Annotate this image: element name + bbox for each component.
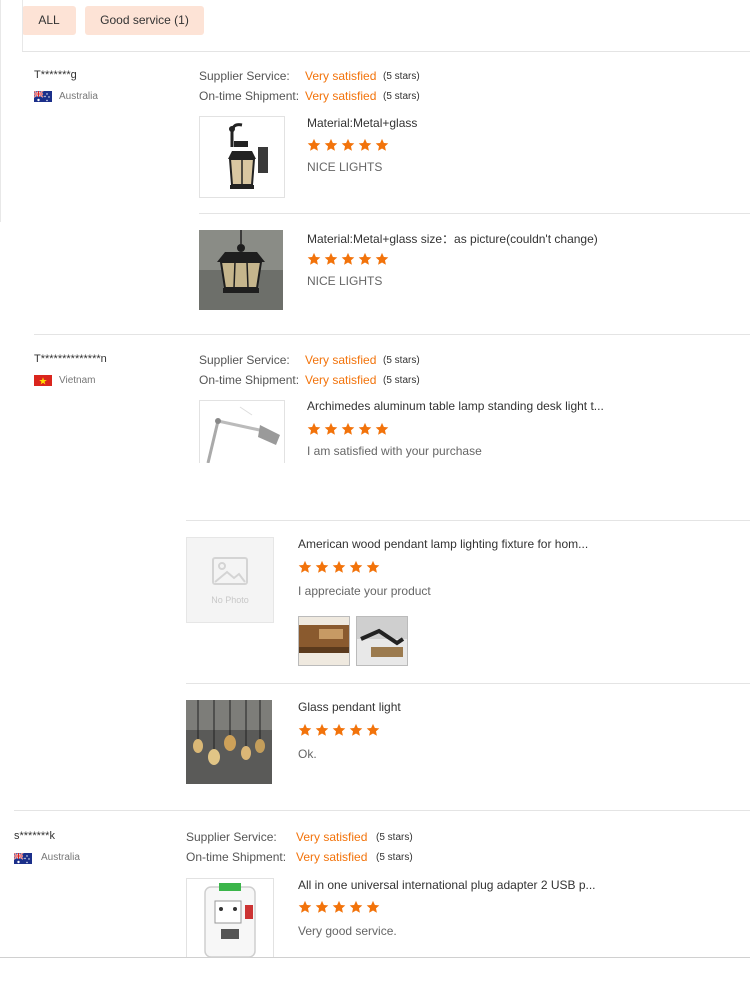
star-icon xyxy=(341,422,355,435)
star-icon xyxy=(298,560,312,573)
divider xyxy=(34,334,750,335)
star-icon xyxy=(366,900,380,913)
review-photo[interactable] xyxy=(298,616,350,666)
star-icon xyxy=(375,138,389,151)
divider xyxy=(186,520,750,521)
product-title[interactable]: Glass pendant light xyxy=(298,700,401,714)
star-icon xyxy=(366,723,380,736)
product-thumbnail[interactable] xyxy=(186,878,274,957)
star-icon xyxy=(332,900,346,913)
shipment-stars: (5 stars) xyxy=(376,852,413,863)
no-photo-label: No Photo xyxy=(211,595,249,605)
product-title[interactable]: Archimedes aluminum table lamp standing … xyxy=(307,399,604,413)
review-comment: Ok. xyxy=(298,747,317,761)
divider xyxy=(14,810,750,811)
product-title[interactable]: Material:Metal+glass size：as picture(cou… xyxy=(307,230,598,247)
product-rating-stars xyxy=(298,900,380,914)
product-rating-stars xyxy=(307,252,389,266)
reviewer-country: Australia xyxy=(59,91,98,102)
supplier-service-stars: (5 stars) xyxy=(376,832,413,843)
star-icon xyxy=(349,723,363,736)
review-comment: NICE LIGHTS xyxy=(307,274,383,288)
supplier-service-rating: Very satisfied xyxy=(296,830,368,844)
supplier-service-rating: Very satisfied xyxy=(305,69,377,83)
star-icon xyxy=(358,422,372,435)
image-placeholder-icon xyxy=(212,557,248,585)
reviewer-name: T**************n xyxy=(34,353,107,365)
star-icon xyxy=(298,723,312,736)
star-icon xyxy=(324,252,338,265)
supplier-service-rating: Very satisfied xyxy=(305,353,377,367)
product-thumbnail[interactable] xyxy=(199,116,285,198)
product-thumbnail[interactable] xyxy=(199,230,283,310)
product-title[interactable]: American wood pendant lamp lighting fixt… xyxy=(298,537,588,551)
shipment-stars: (5 stars) xyxy=(383,375,420,386)
star-icon xyxy=(332,723,346,736)
divider xyxy=(22,51,750,52)
shipment-stars: (5 stars) xyxy=(383,91,420,102)
star-icon xyxy=(375,422,389,435)
review-photo[interactable] xyxy=(356,616,408,666)
reviewer-country: Vietnam xyxy=(59,375,96,386)
star-icon xyxy=(358,138,372,151)
australia-flag-icon xyxy=(34,90,52,102)
star-icon xyxy=(349,560,363,573)
reviewer-country: Australia xyxy=(41,852,80,863)
star-icon xyxy=(358,252,372,265)
filter-good-service-button[interactable]: Good service (1) xyxy=(85,6,204,35)
star-icon xyxy=(315,900,329,913)
filter-left-border xyxy=(22,0,23,51)
divider xyxy=(199,213,750,214)
star-icon xyxy=(307,252,321,265)
australia-flag-icon xyxy=(14,852,32,864)
product-rating-stars xyxy=(298,560,380,574)
filter-all-button[interactable]: ALL xyxy=(22,6,76,35)
supplier-service-label: Supplier Service: xyxy=(199,69,290,83)
star-icon xyxy=(324,422,338,435)
supplier-service-label: Supplier Service: xyxy=(186,830,277,844)
product-thumbnail[interactable] xyxy=(186,700,272,784)
shipment-label: On-time Shipment: xyxy=(186,850,287,864)
product-title[interactable]: Material:Metal+glass xyxy=(307,116,417,130)
star-icon xyxy=(349,900,363,913)
shipment-label: On-time Shipment: xyxy=(199,373,300,387)
star-icon xyxy=(366,560,380,573)
vietnam-flag-icon xyxy=(34,374,52,386)
shipment-rating: Very satisfied xyxy=(305,89,377,103)
supplier-service-stars: (5 stars) xyxy=(383,355,420,366)
star-icon xyxy=(341,252,355,265)
review-comment: I appreciate your product xyxy=(298,584,431,598)
star-icon xyxy=(341,138,355,151)
reviewer-name: T*******g xyxy=(34,69,77,81)
star-icon xyxy=(315,560,329,573)
left-border xyxy=(0,0,1,222)
supplier-service-label: Supplier Service: xyxy=(199,353,290,367)
product-thumbnail-placeholder[interactable]: No Photo xyxy=(186,537,274,623)
product-rating-stars xyxy=(307,422,389,436)
star-icon xyxy=(375,252,389,265)
divider xyxy=(186,683,750,684)
star-icon xyxy=(307,138,321,151)
product-thumbnail[interactable] xyxy=(199,400,285,463)
reviewer-name: s*******k xyxy=(14,830,55,842)
supplier-service-stars: (5 stars) xyxy=(383,71,420,82)
product-title[interactable]: All in one universal international plug … xyxy=(298,878,596,892)
shipment-rating: Very satisfied xyxy=(296,850,368,864)
product-rating-stars xyxy=(298,723,380,737)
star-icon xyxy=(298,900,312,913)
star-icon xyxy=(307,422,321,435)
shipment-rating: Very satisfied xyxy=(305,373,377,387)
divider xyxy=(0,957,750,958)
shipment-label: On-time Shipment: xyxy=(199,89,300,103)
product-rating-stars xyxy=(307,138,389,152)
review-comment: Very good service. xyxy=(298,924,397,938)
star-icon xyxy=(315,723,329,736)
review-comment: NICE LIGHTS xyxy=(307,160,383,174)
star-icon xyxy=(324,138,338,151)
star-icon xyxy=(332,560,346,573)
review-comment: I am satisfied with your purchase xyxy=(307,444,482,458)
